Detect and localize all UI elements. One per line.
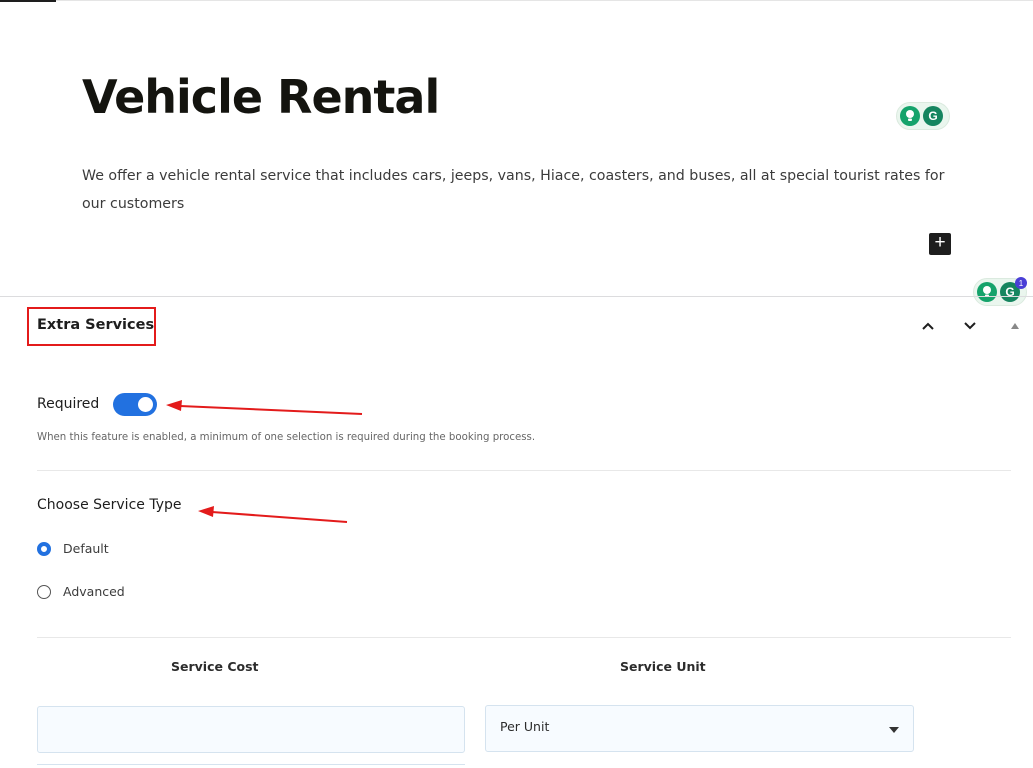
page-title[interactable]: Vehicle Rental xyxy=(82,70,440,124)
move-up-button[interactable] xyxy=(916,314,940,338)
input-underline xyxy=(37,764,465,765)
radio-option-advanced[interactable]: Advanced xyxy=(37,584,125,599)
service-cost-header: Service Cost xyxy=(171,659,259,674)
lightbulb-icon[interactable] xyxy=(900,106,920,126)
service-unit-value: Per Unit xyxy=(500,719,550,734)
caret-down-icon xyxy=(889,727,899,733)
grammarly-icon[interactable]: G xyxy=(923,106,943,126)
required-label: Required xyxy=(37,396,100,412)
section-divider xyxy=(37,637,1011,638)
top-edge-bar xyxy=(0,0,56,2)
radio-option-default[interactable]: Default xyxy=(37,541,109,556)
radio-button-advanced[interactable] xyxy=(37,584,51,599)
chevron-up-icon xyxy=(922,322,934,330)
service-type-label: Choose Service Type xyxy=(37,497,182,513)
triangle-up-icon xyxy=(1011,323,1019,329)
grammarly-widget[interactable]: G xyxy=(896,102,950,130)
lightbulb-icon[interactable] xyxy=(977,282,997,302)
service-unit-select[interactable]: Per Unit xyxy=(485,705,914,752)
toggle-knob xyxy=(138,397,153,412)
section-divider xyxy=(37,470,1011,471)
annotation-arrow-required xyxy=(166,400,363,415)
add-block-button[interactable]: + xyxy=(929,233,951,255)
notification-badge: 1 xyxy=(1015,277,1027,289)
top-edge-line xyxy=(56,0,1033,1)
panel-title[interactable]: Extra Services xyxy=(37,317,154,333)
collapse-panel-button[interactable] xyxy=(1003,314,1027,338)
annotation-arrow-service-type xyxy=(198,506,348,523)
radio-label-advanced: Advanced xyxy=(63,584,125,599)
service-cost-input[interactable] xyxy=(37,706,465,753)
radio-button-default[interactable] xyxy=(37,541,51,556)
required-help-text: When this feature is enabled, a minimum … xyxy=(37,432,536,443)
move-down-button[interactable] xyxy=(958,314,982,338)
chevron-down-icon xyxy=(964,322,976,330)
panel-divider xyxy=(0,296,1033,297)
radio-label-default: Default xyxy=(63,541,109,556)
page-description[interactable]: We offer a vehicle rental service that i… xyxy=(82,162,952,218)
service-unit-header: Service Unit xyxy=(620,659,706,674)
required-toggle[interactable] xyxy=(113,393,157,416)
